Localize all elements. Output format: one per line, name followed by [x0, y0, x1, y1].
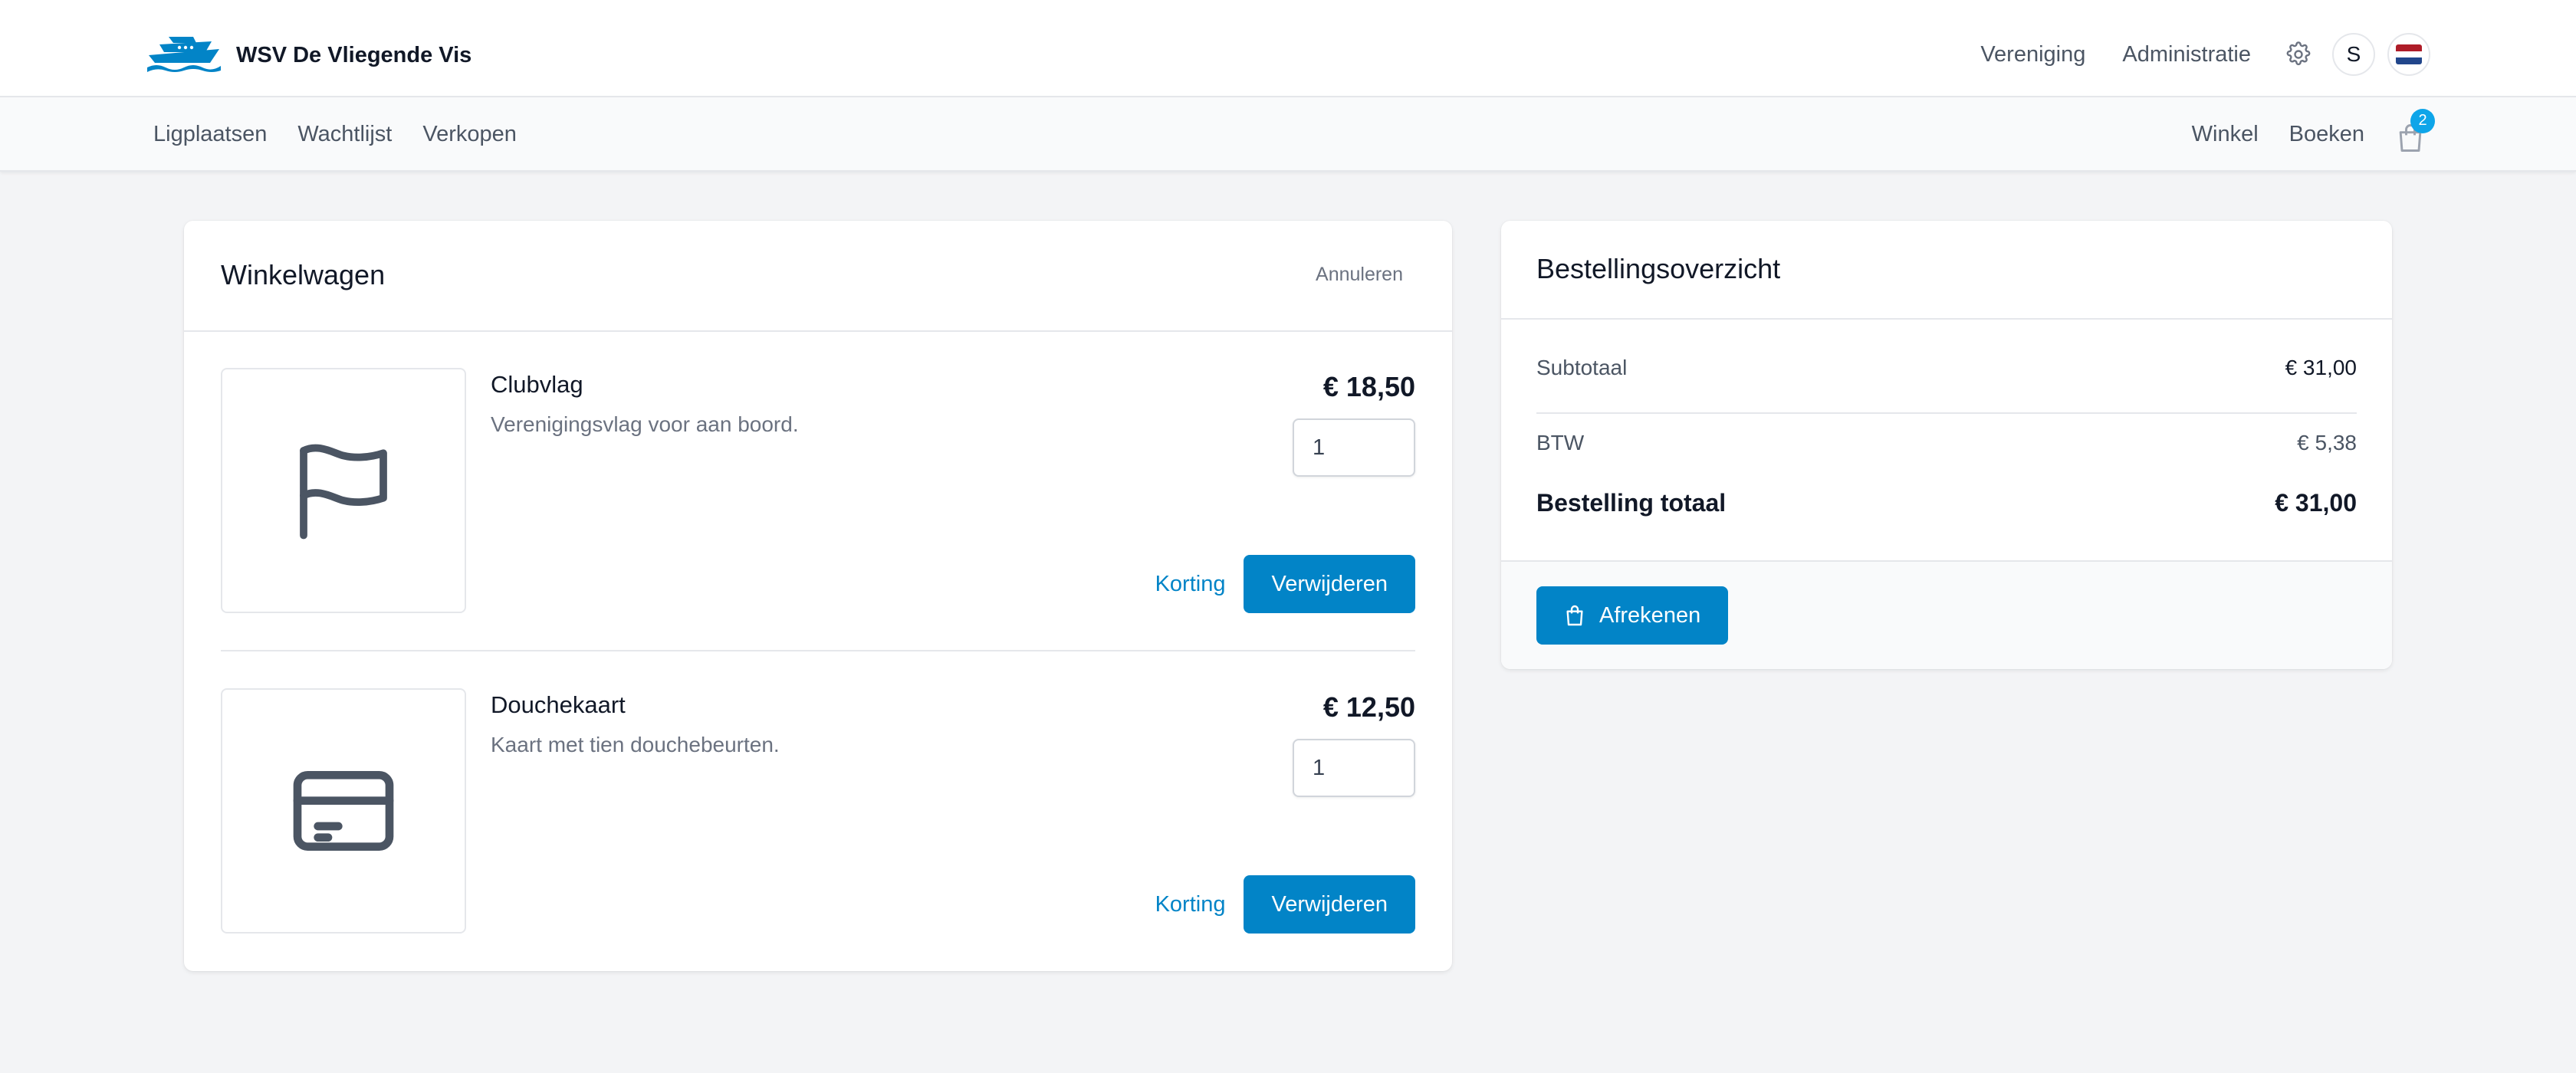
subnav-right: Winkel Boeken 2 [2161, 97, 2435, 172]
subnav-left: Ligplaatsen Wachtlijst Verkopen [153, 97, 547, 172]
top-header: WSV De Vliegende Vis Vereniging Administ… [0, 0, 2576, 97]
total-row: Bestelling totaal € 31,00 [1536, 489, 2357, 517]
tax-row: BTW € 5,38 [1536, 431, 2357, 455]
summary-header: Bestellingsoverzicht [1501, 221, 2392, 320]
brand-name: WSV De Vliegende Vis [236, 42, 472, 67]
item-thumbnail [221, 688, 466, 934]
boat-logo-icon [146, 32, 221, 79]
item-actions: Korting Verwijderen [1155, 875, 1415, 934]
quantity-input[interactable] [1293, 418, 1415, 477]
nav-wachtlijst[interactable]: Wachtlijst [297, 122, 392, 147]
nav-ligplaatsen[interactable]: Ligplaatsen [153, 122, 267, 147]
netherlands-flag-icon[interactable] [2387, 33, 2430, 76]
flag-icon [300, 444, 387, 540]
subtotal-value: € 31,00 [2285, 356, 2357, 379]
item-name: Douchekaart [491, 691, 626, 718]
total-label: Bestelling totaal [1536, 489, 1727, 517]
cart-header: Winkelwagen Annuleren [184, 221, 1452, 332]
item-description: Kaart met tien douchebeurten. [491, 733, 780, 756]
subtotal-label: Subtotaal [1536, 356, 1628, 379]
checkout-label: Afrekenen [1599, 602, 1701, 628]
discount-button[interactable]: Korting [1155, 892, 1226, 917]
cart-title: Winkelwagen [221, 259, 386, 290]
shopping-bag-icon [1566, 605, 1583, 626]
item-thumbnail [221, 368, 466, 613]
item-price: € 18,50 [1322, 371, 1415, 402]
nav-winkel[interactable]: Winkel [2192, 122, 2259, 147]
item-divider [221, 650, 1415, 651]
summary-footer: Afrekenen [1501, 560, 2392, 669]
tax-label: BTW [1536, 431, 1585, 454]
cancel-button[interactable]: Annuleren [1316, 264, 1403, 286]
item-actions: Korting Verwijderen [1155, 555, 1415, 613]
item-description: Verenigingsvlag voor aan boord. [491, 412, 799, 436]
brand[interactable]: WSV De Vliegende Vis [146, 32, 472, 78]
nav-administratie[interactable]: Administratie [2122, 42, 2251, 67]
summary-divider [1536, 412, 2357, 414]
cart-item: Clubvlag Verenigingsvlag voor aan boord.… [221, 368, 1415, 613]
order-summary-panel: Bestellingsoverzicht Subtotaal € 31,00 B… [1501, 221, 2392, 669]
user-avatar[interactable]: S [2332, 33, 2375, 76]
tax-value: € 5,38 [2297, 431, 2357, 454]
nav-boeken[interactable]: Boeken [2289, 122, 2364, 147]
checkout-button[interactable]: Afrekenen [1536, 586, 1729, 645]
sub-navigation: Ligplaatsen Wachtlijst Verkopen Winkel B… [0, 97, 2576, 172]
discount-button[interactable]: Korting [1155, 572, 1226, 597]
subtotal-row: Subtotaal € 31,00 [1536, 356, 2357, 380]
top-navigation: Vereniging Administratie S [1980, 31, 2430, 78]
gear-icon[interactable] [2283, 39, 2314, 70]
summary-title: Bestellingsoverzicht [1536, 253, 1781, 284]
nav-vereniging[interactable]: Vereniging [1980, 42, 2085, 67]
cart-panel: Winkelwagen Annuleren Clubvlag Verenigin… [184, 221, 1452, 971]
total-value: € 31,00 [2275, 489, 2357, 517]
item-name: Clubvlag [491, 371, 583, 398]
cart-item: Douchekaart Kaart met tien douchebeurten… [221, 688, 1415, 934]
item-price: € 12,50 [1322, 691, 1415, 723]
quantity-input[interactable] [1293, 739, 1415, 797]
remove-button[interactable]: Verwijderen [1244, 875, 1415, 934]
cart-button[interactable]: 2 [2394, 108, 2435, 155]
cart-count-badge: 2 [2410, 108, 2435, 133]
credit-card-icon [293, 771, 394, 851]
nav-verkopen[interactable]: Verkopen [422, 122, 517, 147]
remove-button[interactable]: Verwijderen [1244, 555, 1415, 613]
